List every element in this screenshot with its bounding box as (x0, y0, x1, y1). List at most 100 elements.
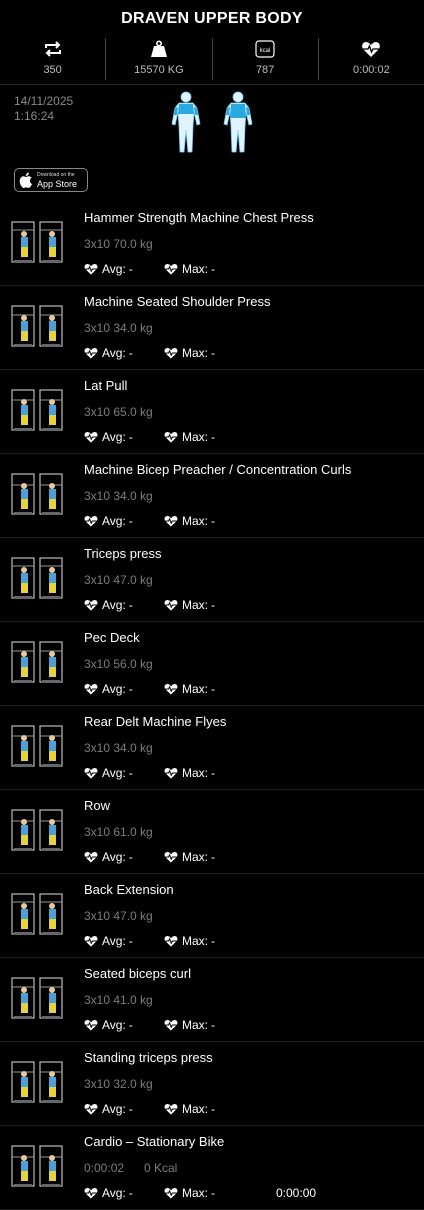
exercise-list: Hammer Strength Machine Chest Press 3x10 … (0, 202, 424, 1210)
heart-rate-icon (84, 264, 98, 275)
heart-rate-avg: Avg: - (84, 766, 136, 780)
exercise-name: Hammer Strength Machine Chest Press (84, 210, 314, 225)
exercise-row[interactable]: Cardio – Stationary Bike 0:00:02 0 Kcal Av… (0, 1126, 424, 1210)
exercise-row[interactable]: Row 3x10 61.0 kg Avg: - Max: - (0, 790, 424, 874)
exercise-calories: 0 Kcal (144, 1161, 178, 1175)
max-label: Max: (182, 1102, 209, 1116)
stat-value: 350 (43, 64, 62, 76)
exercise-illustration (11, 809, 63, 851)
exercise-sets: 3x10 34.0 kg (84, 321, 153, 335)
stats-bar: 350 15570 KG kcal 787 0:00:02 (0, 38, 424, 80)
heart-rate-icon (84, 516, 98, 527)
max-value: - (211, 598, 216, 612)
exercise-name: Triceps press (84, 546, 162, 561)
exercise-name: Standing triceps press (84, 1050, 213, 1065)
exercise-row[interactable]: Machine Bicep Preacher / Concentration C… (0, 454, 424, 538)
exercise-sets: 3x10 32.0 kg (84, 1077, 153, 1091)
max-label: Max: (182, 1018, 209, 1032)
exercise-name: Lat Pull (84, 378, 128, 393)
heart-rate-icon (84, 768, 98, 779)
max-value: - (211, 1102, 216, 1116)
heart-rate-icon (164, 264, 178, 275)
max-value: - (211, 262, 216, 276)
heartbeat-icon (362, 42, 381, 57)
app-store-badge[interactable]: Download on the App Store (14, 168, 88, 192)
heart-rate-icon (84, 936, 98, 947)
stat-heart-duration: 0:00:02 (317, 38, 424, 80)
exercise-row[interactable]: Back Extension 3x10 47.0 kg Avg: - Max: - (0, 874, 424, 958)
heart-rate-icon (164, 600, 178, 611)
workout-datetime: 14/11/2025 1:16:24 (14, 94, 73, 124)
stat-value: 15570 KG (134, 64, 184, 76)
avg-label: Avg: (102, 262, 126, 276)
heart-rate-icon (164, 936, 178, 947)
exercise-illustration (11, 977, 63, 1019)
exercise-row[interactable]: Lat Pull 3x10 65.0 kg Avg: - Max: - (0, 370, 424, 454)
exercise-row[interactable]: Pec Deck 3x10 56.0 kg Avg: - Max: - (0, 622, 424, 706)
heart-rate-max: Max: - (164, 1186, 218, 1200)
exercise-row[interactable]: Rear Delt Machine Flyes 3x10 34.0 kg Avg:… (0, 706, 424, 790)
max-label: Max: (182, 682, 209, 696)
heart-rate-icon (164, 516, 178, 527)
avg-value: - (128, 934, 133, 948)
exercise-sets: 3x10 56.0 kg (84, 657, 153, 671)
max-label: Max: (182, 850, 209, 864)
heart-rate-avg: Avg: - (84, 1186, 136, 1200)
avg-label: Avg: (102, 514, 126, 528)
exercise-illustration (11, 725, 63, 767)
avg-value: - (128, 262, 133, 276)
max-value: - (211, 346, 216, 360)
divider (0, 84, 424, 85)
exercise-illustration (11, 1145, 63, 1187)
exercise-sets: 3x10 47.0 kg (84, 909, 153, 923)
exercise-row[interactable]: Hammer Strength Machine Chest Press 3x10 … (0, 202, 424, 286)
heart-rate-avg: Avg: - (84, 682, 136, 696)
heart-rate-avg: Avg: - (84, 346, 136, 360)
heart-rate-avg: Avg: - (84, 430, 136, 444)
exercise-illustration (11, 1061, 63, 1103)
avg-value: - (128, 1186, 133, 1200)
heart-rate-icon (164, 348, 178, 359)
avg-value: - (128, 682, 133, 696)
heart-rate-avg: Avg: - (84, 934, 136, 948)
workout-time: 1:16:24 (14, 109, 55, 123)
workout-date: 14/11/2025 (14, 94, 74, 108)
heart-rate-icon (84, 348, 98, 359)
app-store-line2: App Store (37, 179, 78, 189)
weight-icon (150, 40, 167, 57)
exercise-row[interactable]: Triceps press 3x10 47.0 kg Avg: - Max: - (0, 538, 424, 622)
max-label: Max: (182, 766, 209, 780)
heart-rate-max: Max: - (164, 346, 218, 360)
exercise-name: Seated biceps curl (84, 966, 191, 981)
exercise-name: Back Extension (84, 882, 174, 897)
exercise-row[interactable]: Machine Seated Shoulder Press 3x10 34.0 k… (0, 286, 424, 370)
heart-rate-icon (164, 852, 178, 863)
exercise-illustration (11, 389, 63, 431)
heart-rate-max: Max: - (164, 1102, 218, 1116)
avg-label: Avg: (102, 850, 126, 864)
max-value: - (211, 682, 216, 696)
heart-rate-max: Max: - (164, 766, 218, 780)
max-value: - (211, 1186, 216, 1200)
exercise-illustration (11, 473, 63, 515)
avg-label: Avg: (102, 682, 126, 696)
repeat-icon (44, 41, 61, 57)
heart-rate-max: Max: - (164, 262, 218, 276)
exercise-row[interactable]: Standing triceps press 3x10 32.0 kg Avg: -… (0, 1042, 424, 1126)
avg-value: - (128, 1018, 133, 1032)
exercise-name: Machine Bicep Preacher / Concentration C… (84, 462, 352, 477)
heart-rate-max: Max: - (164, 682, 218, 696)
exercise-illustration (11, 641, 63, 683)
exercise-sets: 3x10 65.0 kg (84, 405, 153, 419)
max-value: - (211, 766, 216, 780)
heart-rate-avg: Avg: - (84, 850, 136, 864)
stat-kcal: kcal 787 (211, 38, 318, 80)
kcal-icon-label: kcal (260, 48, 271, 54)
exercise-row[interactable]: Seated biceps curl 3x10 41.0 kg Avg: - Max… (0, 958, 424, 1042)
max-value: - (211, 934, 216, 948)
avg-label: Avg: (102, 598, 126, 612)
max-value: - (211, 1018, 216, 1032)
heart-rate-max: Max: - (164, 1018, 218, 1032)
heart-rate-icon (164, 1188, 178, 1199)
heart-rate-max: Max: - (164, 430, 218, 444)
